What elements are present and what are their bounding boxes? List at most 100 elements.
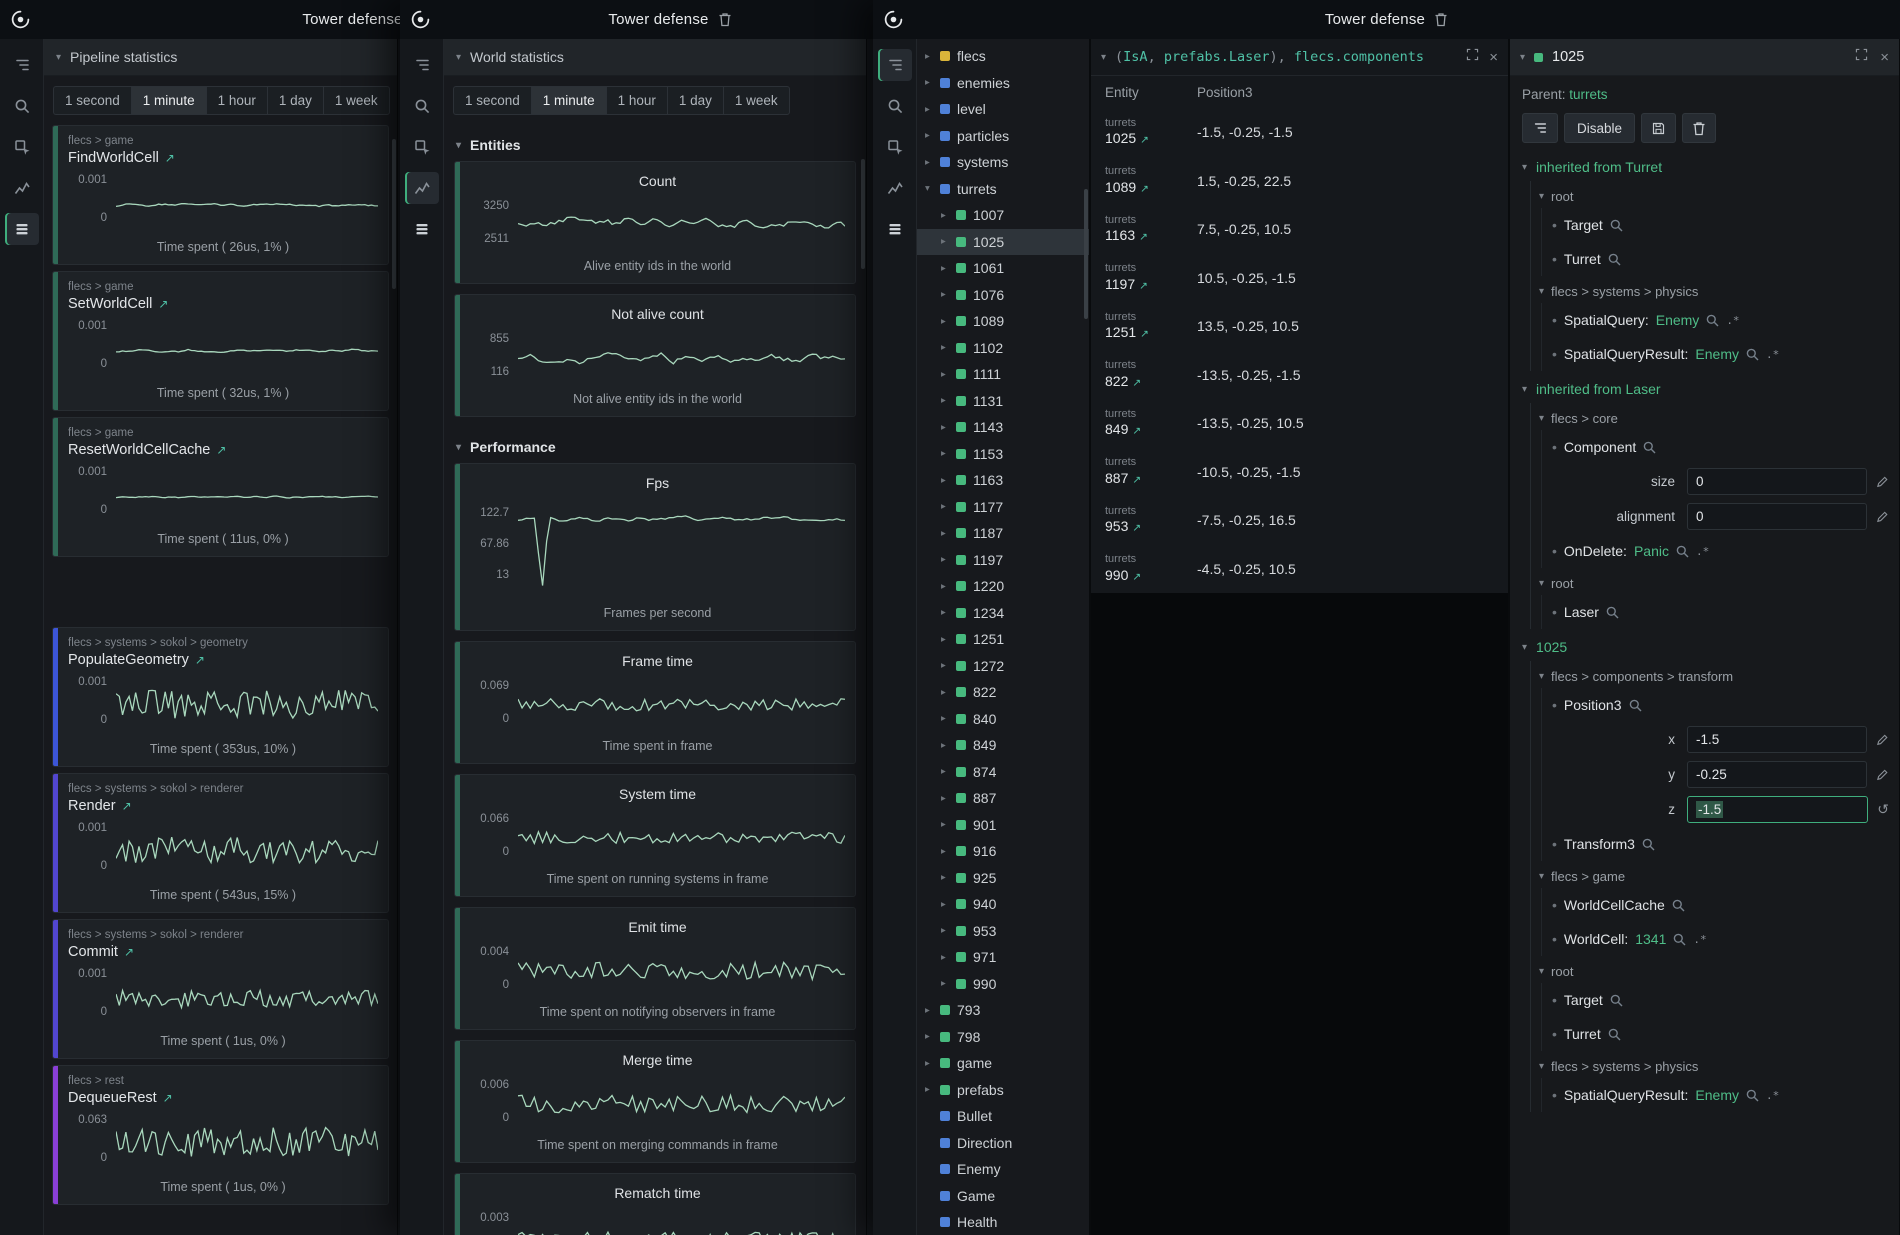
chevron-right-icon[interactable]: ▸ bbox=[941, 952, 956, 963]
tree-item-Bullet[interactable]: Bullet bbox=[917, 1103, 1089, 1130]
tree-item-Game[interactable]: Game bbox=[917, 1183, 1089, 1210]
chevron-right-icon[interactable]: ▸ bbox=[941, 501, 956, 512]
search-icon[interactable] bbox=[1610, 219, 1623, 232]
pair-wildcard-icon[interactable]: .* bbox=[1726, 314, 1739, 327]
open-link-icon[interactable]: ↗ bbox=[216, 443, 226, 457]
tab-1-hour[interactable]: 1 hour bbox=[606, 86, 667, 115]
open-link-icon[interactable]: ↗ bbox=[122, 799, 132, 813]
chart-icon[interactable] bbox=[405, 172, 439, 204]
trash-icon[interactable] bbox=[1682, 113, 1716, 143]
chevron-right-icon[interactable]: ▸ bbox=[941, 528, 956, 539]
entity-id-link[interactable]: 1163↗ bbox=[1105, 227, 1183, 245]
component-value-link[interactable]: Enemy bbox=[1656, 312, 1700, 328]
tree-item-1251[interactable]: ▸1251 bbox=[917, 626, 1089, 653]
search-icon[interactable] bbox=[1610, 994, 1623, 1007]
tab-1-day[interactable]: 1 day bbox=[667, 86, 723, 115]
open-link-icon[interactable]: ↗ bbox=[163, 1091, 173, 1105]
chevron-right-icon[interactable]: ▸ bbox=[941, 872, 956, 883]
tab-1-second[interactable]: 1 second bbox=[53, 86, 131, 115]
chevron-right-icon[interactable]: ▸ bbox=[925, 157, 940, 168]
tab-1-week[interactable]: 1 week bbox=[723, 86, 790, 115]
tree-item-turrets[interactable]: ▾turrets bbox=[917, 176, 1089, 203]
entity-id-link[interactable]: 1089↗ bbox=[1105, 179, 1183, 197]
query-result-row[interactable]: turrets1025↗-1.5, -0.25, -1.5 bbox=[1091, 108, 1508, 157]
tab-1-hour[interactable]: 1 hour bbox=[206, 86, 267, 115]
tree-view-button[interactable] bbox=[1522, 113, 1558, 143]
chevron-right-icon[interactable]: ▸ bbox=[941, 819, 956, 830]
query-result-row[interactable]: turrets953↗-7.5, -0.25, 16.5 bbox=[1091, 496, 1508, 545]
chevron-right-icon[interactable]: ▸ bbox=[941, 634, 956, 645]
inspect-icon[interactable] bbox=[878, 131, 912, 163]
tree-item-1111[interactable]: ▸1111 bbox=[917, 361, 1089, 388]
tree-item-game[interactable]: ▸game bbox=[917, 1050, 1089, 1077]
query-expression[interactable]: (IsA, prefabs.Laser), flecs.components bbox=[1115, 49, 1424, 65]
chevron-right-icon[interactable]: ▸ bbox=[941, 607, 956, 618]
open-link-icon[interactable]: ↗ bbox=[1132, 571, 1141, 583]
chart-icon[interactable] bbox=[878, 172, 912, 204]
pair-wildcard-icon[interactable]: .* bbox=[1766, 348, 1779, 361]
chevron-right-icon[interactable]: ▸ bbox=[941, 475, 956, 486]
chevron-right-icon[interactable]: ▸ bbox=[941, 660, 956, 671]
component-value-link[interactable]: Enemy bbox=[1695, 1087, 1739, 1103]
tree-item-1076[interactable]: ▸1076 bbox=[917, 282, 1089, 309]
chevron-right-icon[interactable]: ▸ bbox=[941, 925, 956, 936]
chevron-right-icon[interactable]: ▸ bbox=[941, 554, 956, 565]
table-icon[interactable] bbox=[878, 213, 912, 245]
search-icon[interactable] bbox=[405, 90, 439, 122]
delete-world-icon[interactable] bbox=[1434, 12, 1448, 27]
chevron-right-icon[interactable]: ▸ bbox=[941, 236, 956, 247]
search-icon[interactable] bbox=[1746, 1089, 1759, 1102]
chevron-right-icon[interactable]: ▸ bbox=[925, 104, 940, 115]
tree-item-940[interactable]: ▸940 bbox=[917, 891, 1089, 918]
component-path-row[interactable]: ▾root bbox=[1531, 956, 1899, 983]
tree-item-1007[interactable]: ▸1007 bbox=[917, 202, 1089, 229]
component-value-link[interactable]: 1341 bbox=[1635, 931, 1666, 947]
entity-id-link[interactable]: 822↗ bbox=[1105, 373, 1183, 391]
scrollbar-thumb[interactable] bbox=[861, 159, 865, 269]
tree-item-990[interactable]: ▸990 bbox=[917, 971, 1089, 998]
edit-pencil-icon[interactable] bbox=[1876, 475, 1889, 488]
chevron-down-icon[interactable]: ▾ bbox=[925, 183, 940, 194]
tree-item-840[interactable]: ▸840 bbox=[917, 706, 1089, 733]
undo-icon[interactable]: ↺ bbox=[1877, 801, 1889, 818]
search-icon[interactable] bbox=[1608, 253, 1621, 266]
entity-id-link[interactable]: 887↗ bbox=[1105, 470, 1183, 488]
chevron-right-icon[interactable]: ▸ bbox=[925, 51, 940, 62]
tree-item-1131[interactable]: ▸1131 bbox=[917, 388, 1089, 415]
expand-icon[interactable] bbox=[1855, 48, 1868, 66]
section-header-entities[interactable]: ▾Entities bbox=[444, 125, 866, 161]
component-value-link[interactable]: Enemy bbox=[1695, 346, 1739, 362]
chevron-down-icon[interactable]: ▾ bbox=[1101, 52, 1106, 63]
tree-item-1220[interactable]: ▸1220 bbox=[917, 573, 1089, 600]
tab-1-minute[interactable]: 1 minute bbox=[131, 86, 206, 115]
edit-pencil-icon[interactable] bbox=[1876, 510, 1889, 523]
chevron-right-icon[interactable]: ▸ bbox=[941, 395, 956, 406]
tree-item-822[interactable]: ▸822 bbox=[917, 679, 1089, 706]
component-value-link[interactable]: Panic bbox=[1634, 543, 1669, 559]
save-icon[interactable] bbox=[1641, 113, 1676, 143]
open-link-icon[interactable]: ↗ bbox=[1140, 183, 1149, 195]
search-icon[interactable] bbox=[1672, 899, 1685, 912]
open-link-icon[interactable]: ↗ bbox=[1132, 377, 1141, 389]
inspect-icon[interactable] bbox=[405, 131, 439, 163]
chevron-right-icon[interactable]: ▸ bbox=[925, 1005, 940, 1016]
entity-id-link[interactable]: 953↗ bbox=[1105, 518, 1183, 536]
chevron-right-icon[interactable]: ▸ bbox=[941, 369, 956, 380]
tab-1-week[interactable]: 1 week bbox=[323, 86, 390, 115]
chevron-right-icon[interactable]: ▸ bbox=[941, 448, 956, 459]
search-icon[interactable] bbox=[5, 90, 39, 122]
field-input-y[interactable]: -0.25 bbox=[1687, 761, 1867, 788]
query-result-row[interactable]: turrets849↗-13.5, -0.25, 10.5 bbox=[1091, 399, 1508, 448]
chevron-down-icon[interactable]: ▾ bbox=[1520, 52, 1525, 63]
tree-item-916[interactable]: ▸916 bbox=[917, 838, 1089, 865]
inspector-section-heading[interactable]: ▾1025 bbox=[1510, 629, 1899, 661]
component-path-row[interactable]: ▾root bbox=[1531, 568, 1899, 595]
tree-item-887[interactable]: ▸887 bbox=[917, 785, 1089, 812]
chevron-right-icon[interactable]: ▸ bbox=[941, 581, 956, 592]
component-path-row[interactable]: ▾flecs > game bbox=[1531, 861, 1899, 888]
open-link-icon[interactable]: ↗ bbox=[1132, 522, 1141, 534]
edit-pencil-icon[interactable] bbox=[1876, 768, 1889, 781]
query-result-row[interactable]: turrets822↗-13.5, -0.25, -1.5 bbox=[1091, 351, 1508, 400]
tree-item-Enemy[interactable]: Enemy bbox=[917, 1156, 1089, 1183]
chevron-right-icon[interactable]: ▸ bbox=[941, 740, 956, 751]
